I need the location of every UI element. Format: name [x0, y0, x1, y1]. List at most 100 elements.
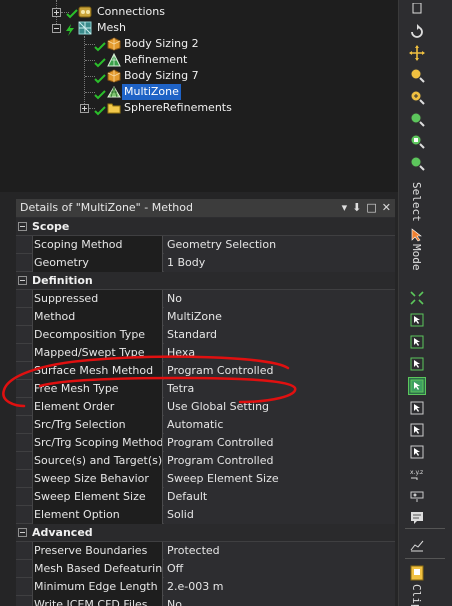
section-advanced[interactable]: Advanced — [16, 524, 395, 542]
zoom-box-icon[interactable] — [408, 88, 426, 106]
property-row-mesh-based-defeaturing[interactable]: Mesh Based Defeaturing Off — [16, 560, 395, 578]
property-row-src-trg-scoping-method[interactable]: Src/Trg Scoping Method Program Controlle… — [16, 434, 395, 452]
property-row-free-mesh-type[interactable]: Free Mesh Type Tetra — [16, 380, 395, 398]
property-row-element-order[interactable]: Element Order Use Global Setting — [16, 398, 395, 416]
expand-toggle-connections[interactable] — [52, 8, 61, 17]
graph-icon[interactable] — [408, 536, 426, 554]
property-row-write-icem-cfd-files[interactable]: Write ICEM CFD Files No — [16, 596, 395, 606]
float-window-icon[interactable]: □ — [366, 199, 376, 217]
pan-icon[interactable] — [408, 44, 426, 62]
comment-icon[interactable] — [408, 509, 426, 527]
details-title: Details of "MultiZone" - Method — [20, 201, 193, 214]
tree-node-refinement[interactable]: Refinement — [122, 52, 189, 68]
box-select-icon[interactable] — [408, 443, 426, 461]
property-value[interactable]: 1 Body — [164, 254, 395, 272]
property-value[interactable]: Automatic — [164, 416, 395, 434]
close-icon[interactable]: ✕ — [382, 199, 391, 217]
mode-label: Mode — [410, 244, 423, 271]
collapse-toggle-icon[interactable] — [18, 276, 27, 285]
select-face-icon[interactable] — [408, 333, 426, 351]
details-property-grid: Scope Scoping Method Geometry Selection … — [16, 218, 395, 606]
coordinate-icon[interactable]: x.y.z — [408, 465, 426, 483]
property-value[interactable]: Protected — [164, 542, 395, 560]
window-control-icon[interactable] — [408, 0, 426, 18]
tree-node-body-sizing-7[interactable]: Body Sizing 7 — [122, 68, 201, 84]
property-value[interactable]: Standard — [164, 326, 395, 344]
property-row-sources-targets[interactable]: Source(s) and Target(s) Program Controll… — [16, 452, 395, 470]
zoom-fit-icon[interactable] — [408, 110, 426, 128]
section-definition[interactable]: Definition — [16, 272, 395, 290]
expand-toggle-mesh[interactable] — [52, 24, 61, 33]
property-row-sweep-element-size[interactable]: Sweep Element Size Default — [16, 488, 395, 506]
property-row-surface-mesh-method[interactable]: Surface Mesh Method Program Controlled — [16, 362, 395, 380]
select-edge-icon[interactable] — [408, 311, 426, 329]
property-value[interactable]: Use Global Setting — [164, 398, 395, 416]
tree-node-label: MultiZone — [122, 84, 181, 100]
zoom-icon[interactable] — [408, 66, 426, 84]
property-value[interactable]: Solid — [164, 506, 395, 524]
property-name: Sweep Size Behavior — [32, 470, 163, 488]
status-check-icon — [66, 9, 78, 19]
select-node-icon[interactable] — [408, 377, 426, 395]
expand-toggle-sphere-refinements[interactable] — [80, 104, 89, 113]
property-value[interactable]: Program Controlled — [164, 452, 395, 470]
property-value[interactable]: Geometry Selection — [164, 236, 395, 254]
probe-icon[interactable] — [408, 487, 426, 505]
refinement-icon — [107, 53, 121, 67]
tree-node-body-sizing-2[interactable]: Body Sizing 2 — [122, 36, 201, 52]
property-name: Suppressed — [32, 290, 163, 308]
property-row-sweep-size-behavior[interactable]: Sweep Size Behavior Sweep Element Size — [16, 470, 395, 488]
property-name: Mesh Based Defeaturing — [32, 560, 163, 578]
property-value[interactable]: Hexa — [164, 344, 395, 362]
collapse-toggle-icon[interactable] — [18, 528, 27, 537]
status-lightning-icon — [66, 24, 74, 36]
property-value[interactable]: 2.e-003 m — [164, 578, 395, 596]
section-scope[interactable]: Scope — [16, 218, 395, 236]
rotate-icon[interactable] — [408, 23, 426, 41]
multizone-icon — [107, 86, 121, 98]
property-value[interactable]: Off — [164, 560, 395, 578]
collapse-toggle-icon[interactable] — [18, 222, 27, 231]
property-value[interactable]: No — [164, 596, 395, 606]
tree-node-connections[interactable]: Connections — [95, 4, 167, 20]
zoom-extents-icon[interactable] — [408, 154, 426, 172]
status-check-icon — [94, 90, 106, 100]
property-row-mapped-swept-type[interactable]: Mapped/Swept Type Hexa — [16, 344, 395, 362]
property-value[interactable]: Sweep Element Size — [164, 470, 395, 488]
property-value[interactable]: Program Controlled — [164, 434, 395, 452]
connections-icon — [78, 6, 92, 18]
property-row-method[interactable]: Method MultiZone — [16, 308, 395, 326]
tree-node-mesh[interactable]: Mesh — [95, 20, 128, 36]
section-plane-icon[interactable] — [408, 564, 426, 582]
tree-node-sphere-refinements[interactable]: SphereRefinements — [122, 100, 234, 116]
select-element-icon[interactable] — [408, 421, 426, 439]
pin-icon[interactable]: ⬇ — [352, 199, 361, 217]
property-row-src-trg-selection[interactable]: Src/Trg Selection Automatic — [16, 416, 395, 434]
property-value[interactable]: MultiZone — [164, 308, 395, 326]
property-row-element-option[interactable]: Element Option Solid — [16, 506, 395, 524]
property-name: Method — [32, 308, 163, 326]
select-body-icon[interactable] — [408, 355, 426, 373]
select-element-face-icon[interactable] — [408, 399, 426, 417]
section-label: Definition — [32, 274, 93, 287]
property-row-scoping-method[interactable]: Scoping Method Geometry Selection — [16, 236, 395, 254]
zoom-selection-icon[interactable] — [408, 132, 426, 150]
property-value[interactable]: Default — [164, 488, 395, 506]
status-check-icon — [94, 58, 106, 68]
property-value[interactable]: No — [164, 290, 395, 308]
property-row-minimum-edge-length[interactable]: Minimum Edge Length 2.e-003 m — [16, 578, 395, 596]
select-vertex-icon[interactable] — [408, 289, 426, 307]
property-value[interactable]: Program Controlled — [164, 362, 395, 380]
property-row-decomposition-type[interactable]: Decomposition Type Standard — [16, 326, 395, 344]
graphics-toolbar: Select Mode x.y.z Clip — [398, 0, 452, 606]
select-cursor-icon[interactable] — [408, 226, 426, 244]
dropdown-icon[interactable]: ▾ — [342, 199, 348, 217]
property-row-preserve-boundaries[interactable]: Preserve Boundaries Protected — [16, 542, 395, 560]
property-name: Scoping Method — [32, 236, 163, 254]
property-name: Source(s) and Target(s) — [32, 452, 163, 470]
property-row-geometry[interactable]: Geometry 1 Body — [16, 254, 395, 272]
property-row-suppressed[interactable]: Suppressed No — [16, 290, 395, 308]
property-value[interactable]: Tetra — [164, 380, 395, 398]
tree-node-multizone[interactable]: MultiZone — [122, 84, 181, 100]
details-header: Details of "MultiZone" - Method ▾ ⬇ □ ✕ — [16, 199, 395, 217]
